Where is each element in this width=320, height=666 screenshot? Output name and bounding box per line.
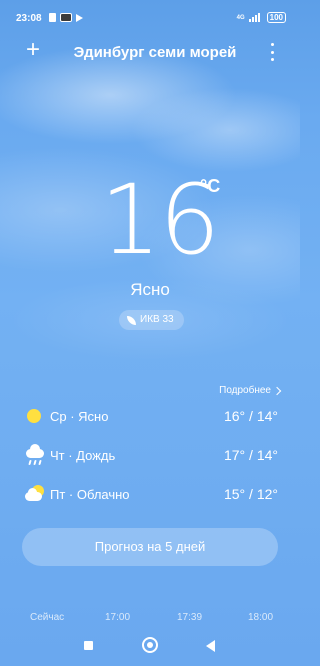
- sky-background: [0, 0, 300, 666]
- forecast-day-row[interactable]: Пт · Облачно 15° / 12°: [24, 482, 278, 506]
- status-time: 23:08: [16, 13, 42, 24]
- forecast-day-row[interactable]: Чт · Дождь 17° / 14°: [24, 443, 278, 467]
- sim-icon: [49, 13, 56, 22]
- add-city-button[interactable]: +: [22, 38, 44, 62]
- forecast-day-temps: 17° / 14°: [223, 447, 278, 463]
- hourly-time-label: 17:00: [105, 612, 131, 623]
- recents-button[interactable]: [84, 641, 93, 650]
- back-button[interactable]: [206, 640, 215, 652]
- temperature-unit: °C: [200, 176, 221, 196]
- forecast-day-row[interactable]: Ср · Ясно 16° / 14°: [24, 404, 278, 428]
- leaf-icon: [127, 315, 136, 325]
- system-icons: 4G 100: [237, 12, 286, 23]
- more-menu-button[interactable]: [268, 43, 276, 61]
- signal-icon: [248, 13, 263, 22]
- image-notification-icon: [60, 13, 72, 22]
- play-notification-icon: [76, 13, 83, 22]
- partly-cloudy-icon: [24, 484, 46, 504]
- aqi-label: ИКВ 33: [140, 314, 174, 325]
- header: + Эдинбург семи морей: [0, 38, 300, 68]
- current-condition: Ясно: [130, 280, 170, 299]
- more-details-link[interactable]: Подробнее: [219, 385, 282, 396]
- city-name: Эдинбург семи морей: [73, 44, 237, 61]
- status-bar: 23:08 4G 100: [0, 0, 300, 26]
- plus-icon: +: [25, 36, 40, 63]
- forecast-day-label: Ср · Ясно: [50, 408, 109, 424]
- battery-icon: 100: [266, 12, 286, 23]
- rain-icon: [24, 444, 46, 465]
- more-vertical-icon: [270, 43, 274, 46]
- forecast-day-label: Чт · Дождь: [50, 447, 116, 463]
- hourly-time-label: Сейчас: [30, 612, 65, 623]
- hourly-time-label: 18:00: [248, 612, 274, 623]
- sun-icon: [24, 406, 46, 426]
- five-day-forecast-button[interactable]: Прогноз на 5 дней: [22, 528, 278, 566]
- forecast-day-temps: 16° / 14°: [223, 408, 278, 424]
- hourly-timeline: Сейчас 17:00 17:39 18:00: [0, 612, 300, 626]
- forecast-day-temps: 15° / 12°: [223, 486, 278, 502]
- home-button[interactable]: [142, 637, 158, 653]
- forecast-day-label: Пт · Облачно: [50, 486, 130, 502]
- network-type: 4G: [236, 14, 245, 21]
- hourly-time-label: 17:39: [177, 612, 203, 623]
- system-navigation-bar: [0, 626, 300, 666]
- aqi-badge[interactable]: ИКВ 33: [119, 310, 184, 330]
- chevron-right-icon: [272, 386, 282, 395]
- notification-icons: [49, 13, 83, 22]
- more-details-label: Подробнее: [219, 385, 271, 396]
